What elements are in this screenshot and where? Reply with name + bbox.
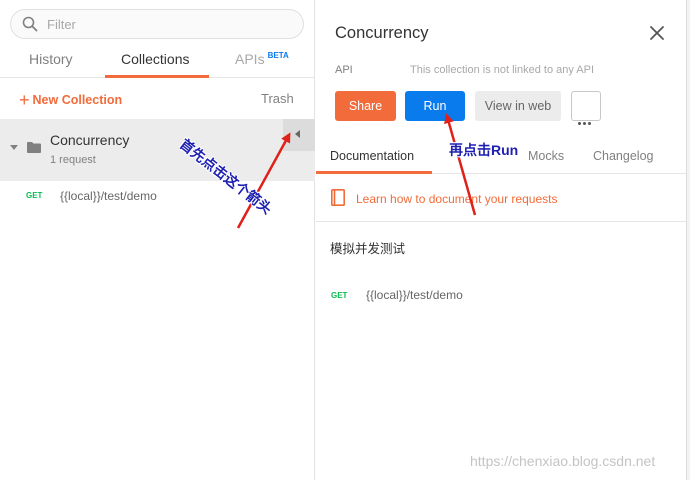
api-link-status: This collection is not linked to any API (410, 64, 595, 76)
tab-apis[interactable]: APIs BETA (235, 51, 289, 67)
annotation-click-run: 再点击Run (449, 142, 519, 158)
adjacent-pane-edge (686, 0, 690, 480)
new-collection-label: New Collection (32, 93, 123, 107)
collection-item[interactable]: Concurrency 1 request (0, 119, 315, 181)
expand-collection-button[interactable] (283, 119, 315, 151)
panel-title: Concurrency (335, 24, 429, 42)
run-button[interactable]: Run (405, 91, 465, 121)
request-url: {{local}}/test/demo (60, 189, 157, 203)
folder-icon (27, 142, 41, 153)
learn-docs-banner: Learn how to document your requests (316, 174, 686, 222)
close-icon[interactable] (649, 25, 665, 41)
beta-badge: BETA (267, 51, 289, 60)
tab-mocks[interactable]: Mocks (528, 149, 564, 163)
method-badge: GET (26, 191, 43, 200)
learn-docs-link[interactable]: Learn how to document your requests (356, 192, 557, 206)
filter-box[interactable] (10, 9, 304, 39)
tab-collections[interactable]: Collections (121, 51, 189, 67)
share-button[interactable]: Share (335, 91, 396, 121)
view-in-web-button[interactable]: View in web (475, 91, 561, 121)
more-icon (578, 106, 593, 136)
more-options-button[interactable] (571, 91, 601, 125)
sidebar-tabs: History Collections APIs BETA (0, 44, 315, 78)
collection-details-panel: Concurrency API This collection is not l… (316, 0, 686, 480)
collection-request-count: 1 request (50, 154, 96, 166)
plus-icon: + (19, 90, 30, 110)
tab-apis-label: APIs (235, 51, 265, 67)
search-icon (22, 16, 38, 32)
filter-input[interactable] (47, 15, 287, 33)
book-icon (331, 189, 345, 206)
sidebar: History Collections APIsBETA +New Collec… (0, 0, 315, 480)
api-label: API (335, 64, 353, 76)
active-tab-indicator (105, 75, 209, 78)
trash-button[interactable]: Trash (261, 91, 294, 106)
collection-description: 模拟并发测试 (330, 242, 406, 256)
request-url[interactable]: {{local}}/test/demo (366, 288, 463, 302)
tab-documentation[interactable]: Documentation (330, 149, 414, 163)
collection-name: Concurrency (50, 132, 130, 148)
tab-history[interactable]: History (29, 51, 73, 67)
watermark: https://chenxiao.blog.csdn.net (470, 453, 656, 469)
tab-changelog[interactable]: Changelog (593, 149, 653, 163)
new-collection-button[interactable]: + New Collection (19, 90, 122, 111)
caret-down-icon[interactable] (10, 145, 18, 150)
method-badge: GET (331, 291, 348, 300)
caret-left-icon (295, 130, 300, 138)
